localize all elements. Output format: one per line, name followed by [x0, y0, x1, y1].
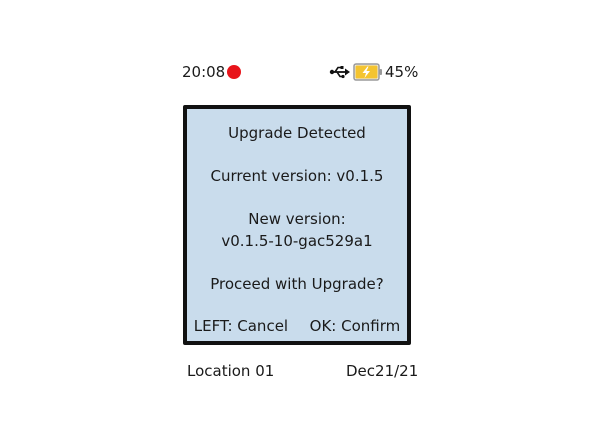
- date-label: Dec21/21: [346, 362, 419, 380]
- new-version-value: v0.1.5-10-gac529a1: [221, 232, 373, 250]
- dialog-title: Upgrade Detected: [228, 124, 366, 142]
- battery-percentage: 45%: [385, 63, 419, 81]
- status-bar: 20:08 45%: [182, 60, 419, 84]
- recording-indicator-icon: [227, 65, 241, 79]
- usb-icon: [329, 66, 350, 79]
- new-version-label: New version:: [248, 210, 346, 228]
- confirm-action[interactable]: OK: Confirm: [310, 317, 401, 335]
- upgrade-dialog: Upgrade Detected Current version: v0.1.5…: [183, 105, 411, 345]
- location-label: Location 01: [187, 362, 275, 380]
- battery-charging-icon: [353, 63, 382, 81]
- current-version-text: Current version: v0.1.5: [210, 167, 384, 185]
- upgrade-prompt: Proceed with Upgrade?: [210, 275, 384, 293]
- dialog-actions: LEFT: Cancel OK: Confirm: [187, 315, 407, 337]
- clock: 20:08: [182, 63, 226, 81]
- cancel-action[interactable]: LEFT: Cancel: [194, 317, 288, 335]
